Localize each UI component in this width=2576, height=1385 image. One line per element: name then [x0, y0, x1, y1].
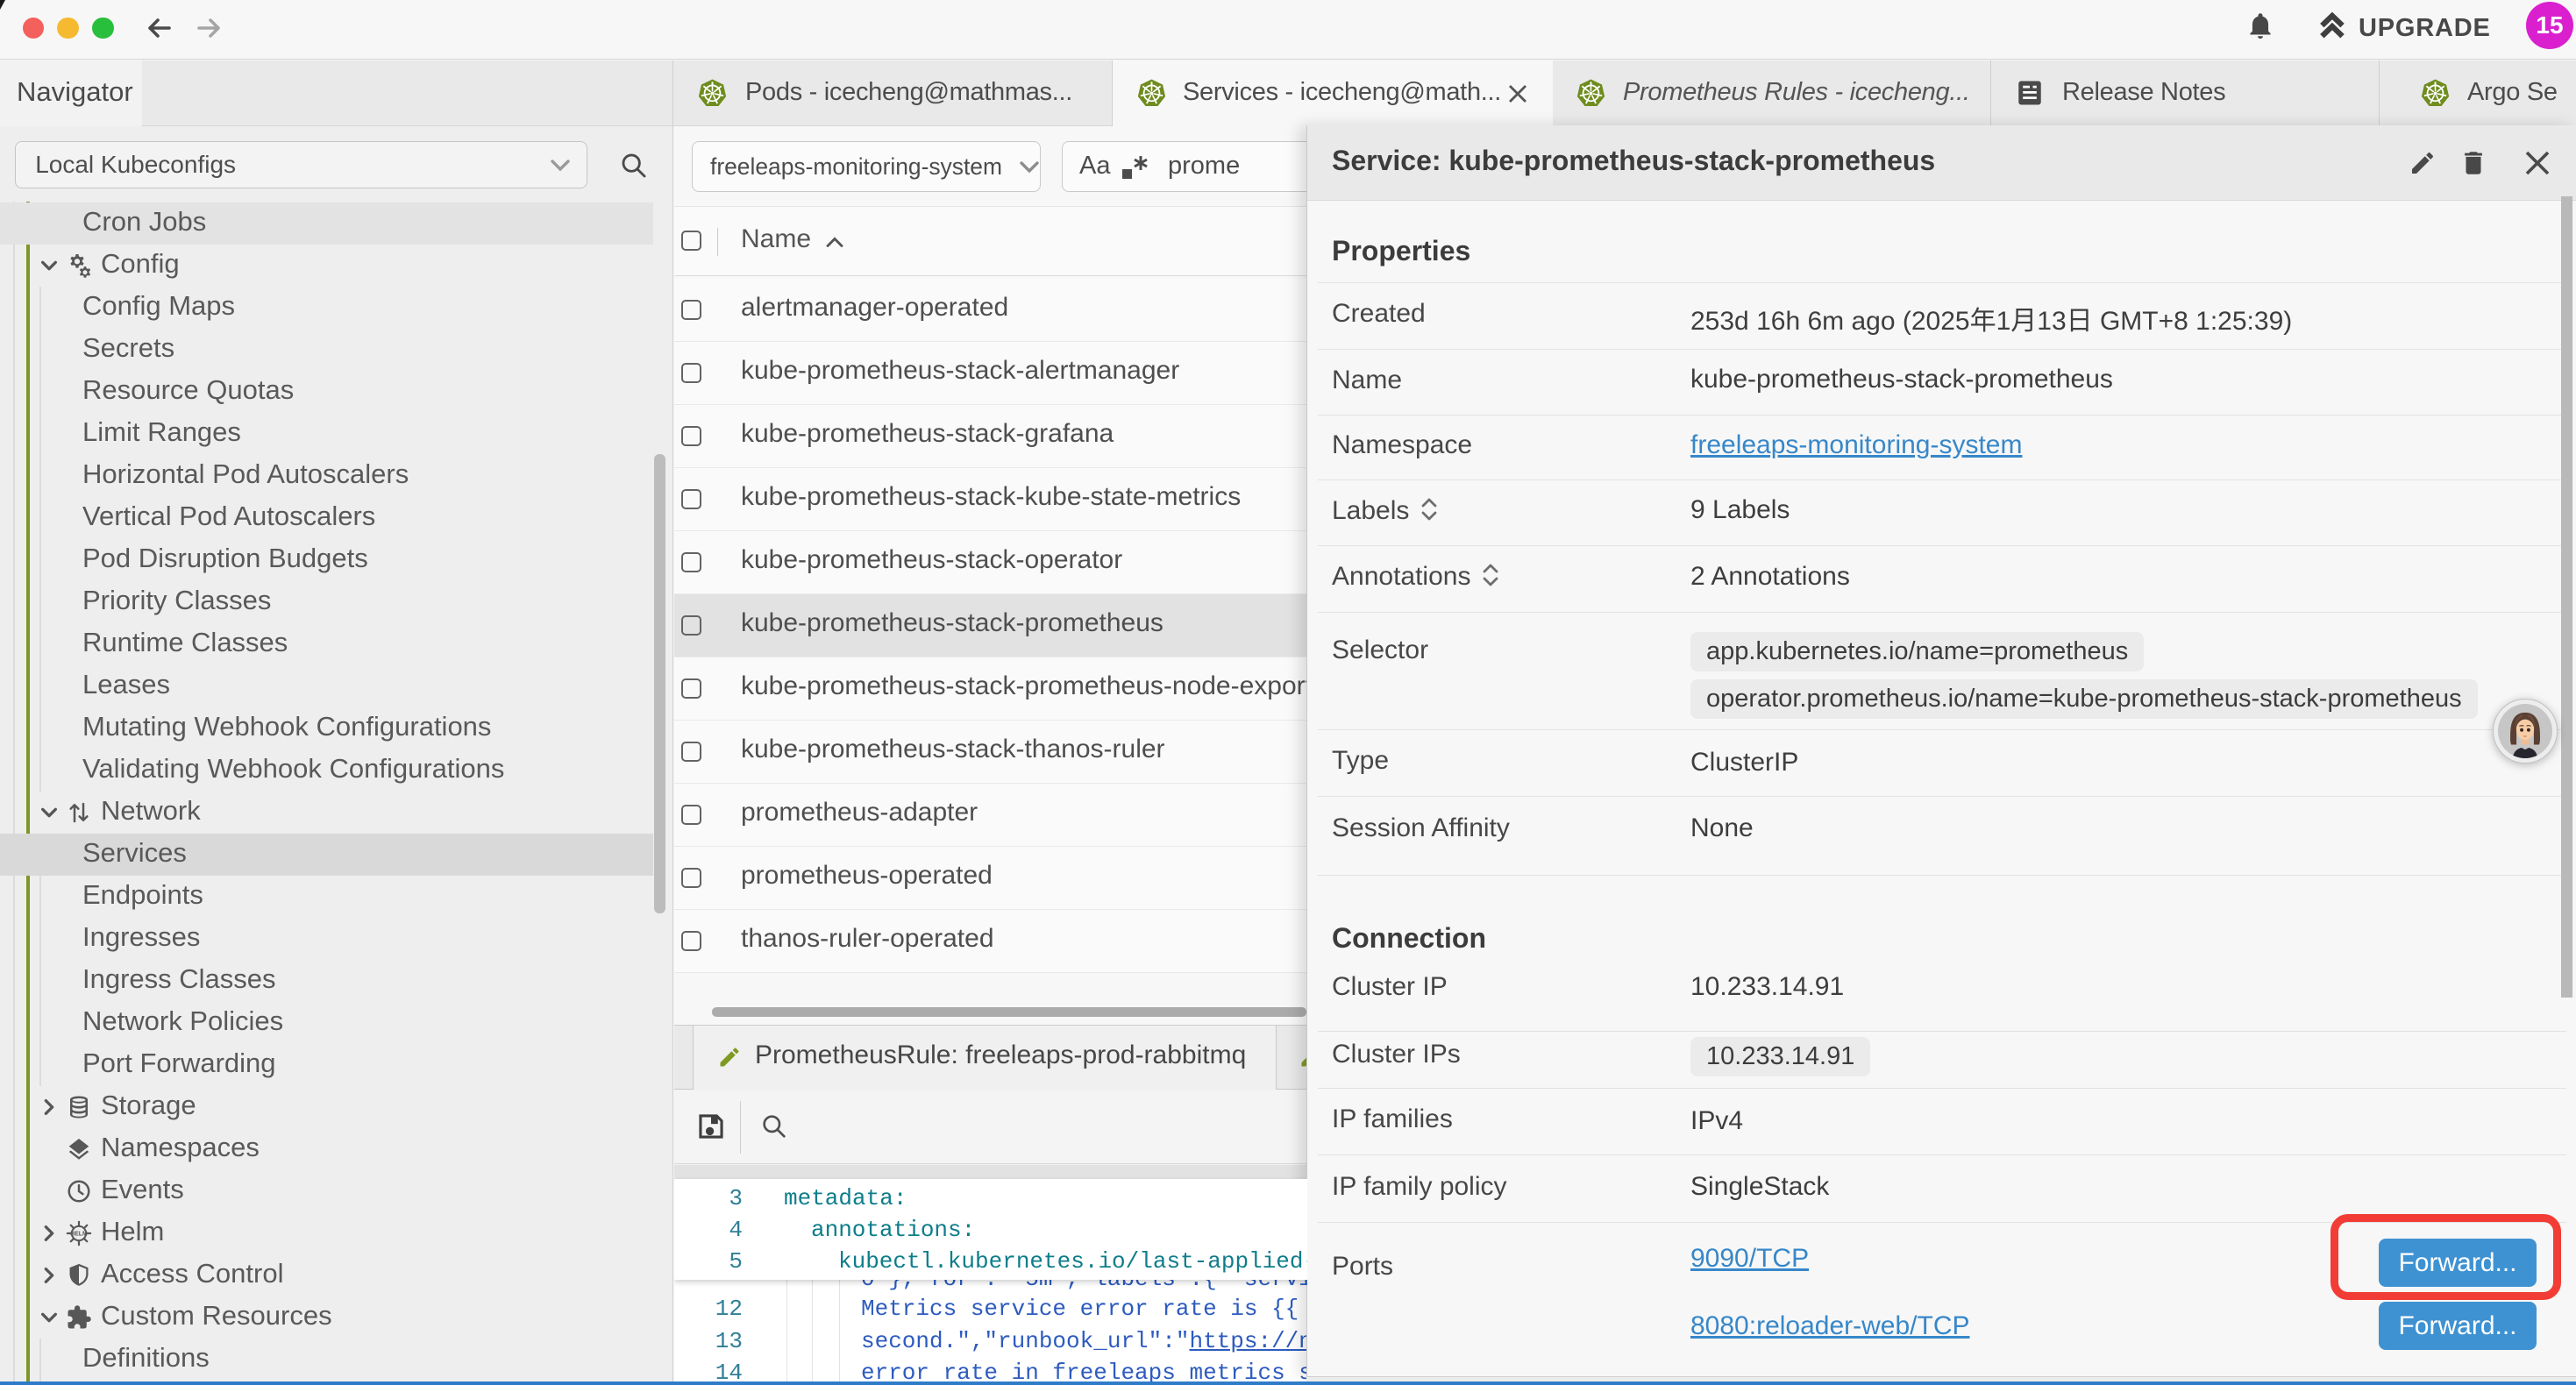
svg-text:HELM: HELM	[70, 1232, 88, 1238]
